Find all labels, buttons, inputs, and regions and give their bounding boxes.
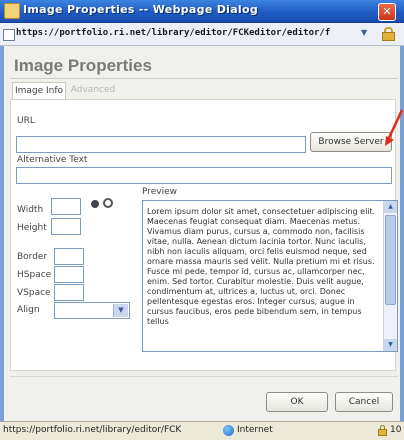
footer-divider [10, 376, 398, 377]
address-url[interactable]: https://portfolio.ri.net/library/editor/… [16, 28, 359, 42]
status-url: https://portfolio.ri.net/library/editor/… [3, 425, 182, 435]
cancel-button[interactable]: Cancel [335, 392, 393, 412]
chevron-down-icon[interactable]: ▼ [361, 28, 367, 37]
preview-text: Lorem ipsum dolor sit amet, consectetuer… [147, 207, 376, 326]
scroll-thumb[interactable] [385, 215, 396, 305]
preview-box[interactable]: Lorem ipsum dolor sit amet, consectetuer… [142, 200, 398, 352]
preview-label: Preview [142, 187, 178, 197]
close-button[interactable]: ✕ [378, 3, 396, 21]
align-label: Align [17, 305, 40, 315]
vspace-label: VSpace [17, 288, 51, 298]
security-zone: Internet [237, 425, 273, 435]
url-input[interactable] [16, 136, 306, 153]
red-arrow [385, 109, 404, 146]
globe-icon [223, 425, 234, 436]
url-label: URL [17, 116, 35, 126]
dialog-app-icon [4, 3, 20, 19]
border-label: Border [17, 252, 48, 262]
vspace-input[interactable] [54, 284, 84, 301]
browse-server-button[interactable]: Browse Server [310, 132, 392, 152]
border-input[interactable] [54, 248, 84, 265]
padlock-icon[interactable] [382, 27, 395, 41]
align-select[interactable]: ▼ [54, 302, 130, 319]
heading-divider [10, 78, 398, 79]
ok-button[interactable]: OK [266, 392, 328, 412]
scroll-down-icon[interactable]: ▼ [384, 339, 397, 351]
reset-size-icon[interactable] [103, 198, 113, 208]
tab-advanced[interactable]: Advanced [68, 82, 118, 99]
dialog-heading: Image Properties [14, 56, 152, 75]
image-properties-dialog: Image Properties Image Info Advanced URL… [0, 46, 404, 421]
window-titlebar: Image Properties -- Webpage Dialog ✕ [0, 0, 404, 23]
zoom-level[interactable]: 10 [390, 425, 401, 435]
status-bar: https://portfolio.ri.net/library/editor/… [0, 421, 404, 440]
page-icon [3, 29, 15, 41]
padlock-icon[interactable] [378, 425, 387, 436]
chevron-down-icon[interactable]: ▼ [113, 304, 128, 317]
width-label: Width [17, 205, 44, 215]
alternative-text-input[interactable] [16, 167, 392, 184]
lock-ratio-icon[interactable] [91, 200, 99, 208]
preview-scrollbar[interactable]: ▲ ▼ [383, 201, 397, 351]
scroll-up-icon[interactable]: ▲ [384, 201, 397, 213]
hspace-label: HSpace [17, 270, 52, 280]
width-input[interactable] [51, 198, 81, 215]
height-input[interactable] [51, 218, 81, 235]
height-label: Height [17, 223, 47, 233]
tab-image-info[interactable]: Image Info [12, 82, 66, 100]
address-bar: https://portfolio.ri.net/library/editor/… [0, 23, 404, 46]
alternative-text-label: Alternative Text [17, 155, 88, 165]
hspace-input[interactable] [54, 266, 84, 283]
window-title: Image Properties -- Webpage Dialog [23, 3, 259, 16]
